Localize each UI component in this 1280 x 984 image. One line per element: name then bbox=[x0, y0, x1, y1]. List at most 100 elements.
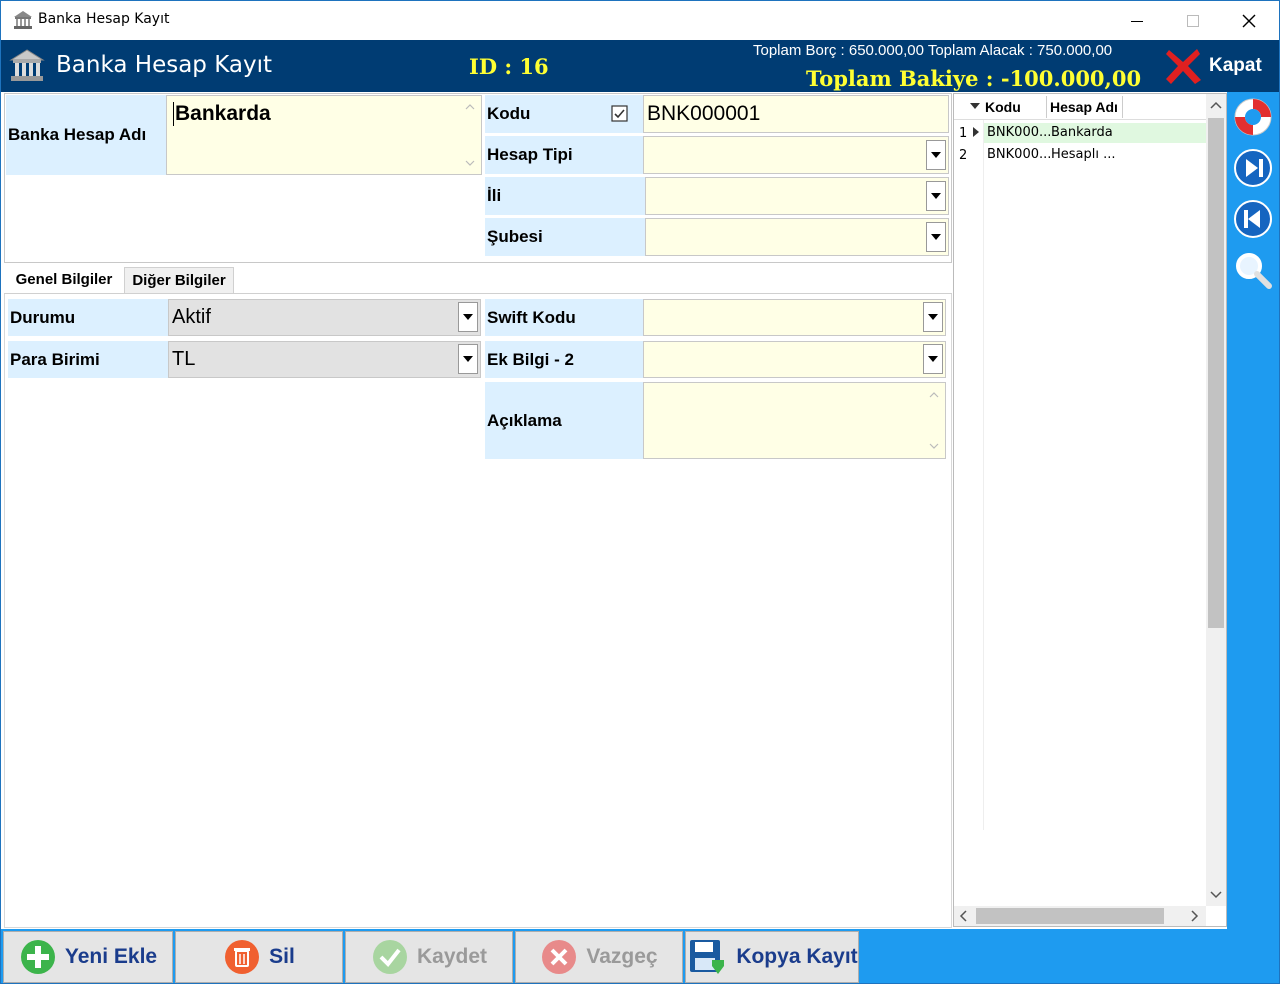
swift-kodu-label: Swift Kodu bbox=[485, 299, 643, 336]
hesap-tipi-select[interactable] bbox=[643, 136, 949, 174]
column-divider bbox=[1046, 96, 1047, 118]
kaydet-button[interactable]: Kaydet bbox=[345, 931, 513, 983]
close-icon bbox=[1242, 14, 1256, 27]
para-birimi-select[interactable]: TL bbox=[168, 341, 481, 378]
hesap-tipi-dropdown-button[interactable] bbox=[926, 140, 946, 170]
side-toolbar bbox=[1227, 92, 1279, 930]
header-band: Banka Hesap Kayıt ID : 16 Toplam Borç : … bbox=[1, 40, 1279, 92]
subesi-label: Şubesi bbox=[485, 218, 645, 256]
kapat-button[interactable]: Kapat bbox=[1163, 45, 1273, 87]
scroll-arrows-icon bbox=[929, 392, 939, 449]
kodu-input[interactable]: BNK000001 bbox=[643, 95, 949, 133]
tab-genel-bilgiler[interactable]: Genel Bilgiler bbox=[6, 265, 122, 293]
maximize-icon bbox=[1187, 14, 1199, 27]
app-window: Banka Hesap Kayıt Banka Hesap Kayıt ID :… bbox=[0, 0, 1280, 984]
chevron-down-icon bbox=[463, 356, 473, 362]
red-x-icon bbox=[1166, 49, 1201, 84]
yeni-ekle-label: Yeni Ekle bbox=[64, 945, 158, 968]
minimize-icon bbox=[1131, 20, 1143, 22]
chevron-down-icon bbox=[928, 314, 938, 320]
hesap-tipi-label: Hesap Tipi bbox=[485, 136, 643, 174]
minimize-button[interactable] bbox=[1109, 1, 1165, 40]
banka-hesap-adi-input[interactable]: Bankarda bbox=[166, 95, 482, 175]
banka-hesap-adi-label: Banka Hesap Adı bbox=[6, 95, 166, 175]
sil-label: Sil bbox=[269, 945, 295, 968]
vazgec-label: Vazgeç bbox=[586, 945, 658, 968]
skip-previous-icon[interactable] bbox=[1232, 198, 1274, 240]
ili-label: İli bbox=[485, 177, 645, 215]
chevron-down-icon bbox=[931, 193, 941, 199]
chevron-down-icon bbox=[928, 356, 938, 362]
close-window-button[interactable] bbox=[1221, 1, 1277, 40]
chevron-down-icon bbox=[931, 152, 941, 158]
bank-icon bbox=[9, 49, 45, 81]
grid-column-kodu[interactable]: Kodu bbox=[985, 99, 1021, 115]
subesi-select[interactable] bbox=[645, 218, 949, 256]
aciklama-scrollbar[interactable] bbox=[925, 384, 943, 457]
kopya-kayit-button[interactable]: Kopya Kayıt bbox=[685, 931, 859, 983]
column-divider bbox=[1122, 96, 1123, 118]
totals-text: Toplam Borç : 650.000,00 Toplam Alacak :… bbox=[753, 42, 1113, 59]
sort-down-icon[interactable] bbox=[970, 103, 980, 109]
grid-column-hesap-adi[interactable]: Hesap Adı bbox=[1050, 99, 1118, 115]
title-bar: Banka Hesap Kayıt bbox=[1, 1, 1279, 40]
kopya-kayit-label: Kopya Kayıt bbox=[736, 945, 858, 968]
maximize-button[interactable] bbox=[1165, 1, 1221, 40]
balance-text: Toplam Bakiye : -100.000,00 bbox=[806, 66, 1142, 91]
row-number: 2 bbox=[959, 148, 968, 163]
grid-vertical-thumb[interactable] bbox=[1208, 118, 1224, 628]
kapat-label: Kapat bbox=[1209, 55, 1262, 76]
current-row-icon bbox=[973, 127, 979, 137]
scroll-right-icon[interactable] bbox=[1190, 909, 1200, 923]
cell-kodu: BNK000... bbox=[987, 147, 1052, 162]
skip-next-icon[interactable] bbox=[1232, 147, 1274, 189]
bank-icon bbox=[14, 11, 32, 29]
kodu-checkbox[interactable] bbox=[611, 105, 629, 123]
swift-kodu-dropdown-button[interactable] bbox=[923, 302, 943, 332]
kodu-label-text: Kodu bbox=[487, 104, 531, 123]
lifebuoy-icon[interactable] bbox=[1232, 96, 1274, 138]
magnifier-icon[interactable] bbox=[1232, 249, 1274, 291]
ek-bilgi-dropdown-button[interactable] bbox=[923, 344, 943, 374]
window-title: Banka Hesap Kayıt bbox=[38, 11, 170, 27]
cell-hesap-adi: Bankarda bbox=[1051, 125, 1113, 140]
aciklama-label: Açıklama bbox=[485, 382, 643, 459]
sil-button[interactable]: Sil bbox=[175, 931, 343, 983]
yeni-ekle-button[interactable]: Yeni Ekle bbox=[3, 931, 173, 983]
durumu-select[interactable]: Aktif bbox=[168, 299, 481, 336]
aciklama-textarea[interactable] bbox=[643, 382, 946, 459]
scroll-down-icon[interactable] bbox=[1209, 890, 1223, 900]
textarea-scrollbar[interactable] bbox=[461, 97, 479, 173]
para-birimi-label: Para Birimi bbox=[8, 341, 168, 378]
banka-hesap-adi-value: Bankarda bbox=[173, 102, 271, 126]
chevron-down-icon bbox=[463, 314, 473, 320]
row-number: 1 bbox=[959, 126, 968, 141]
floppy-save-icon bbox=[690, 940, 725, 974]
ek-bilgi-label: Ek Bilgi - 2 bbox=[485, 341, 643, 378]
records-grid: Kodu Hesap Adı 1 BNK000... Bankarda 2 BN… bbox=[953, 93, 1227, 927]
cell-hesap-adi: Hesaplı ... bbox=[1051, 147, 1116, 162]
para-birimi-dropdown-button[interactable] bbox=[458, 344, 478, 374]
ek-bilgi-select[interactable] bbox=[643, 341, 946, 378]
durumu-dropdown-button[interactable] bbox=[458, 302, 478, 332]
scroll-left-icon[interactable] bbox=[958, 909, 968, 923]
row-header-divider bbox=[983, 120, 984, 830]
record-id: ID : 16 bbox=[469, 54, 549, 79]
cell-kodu: BNK000... bbox=[987, 125, 1052, 140]
kaydet-label: Kaydet bbox=[416, 945, 488, 968]
ili-dropdown-button[interactable] bbox=[926, 181, 946, 211]
plus-circle-icon bbox=[20, 940, 55, 974]
subesi-dropdown-button[interactable] bbox=[926, 222, 946, 252]
check-circle-icon bbox=[372, 940, 407, 974]
ili-select[interactable] bbox=[645, 177, 949, 215]
durumu-label: Durumu bbox=[8, 299, 168, 336]
grid-horizontal-thumb[interactable] bbox=[976, 908, 1164, 924]
trash-icon bbox=[225, 940, 260, 974]
tab-diger-bilgiler[interactable]: Diğer Bilgiler bbox=[124, 267, 234, 293]
vazgec-button[interactable]: Vazgeç bbox=[515, 931, 683, 983]
scroll-up-icon[interactable] bbox=[1209, 100, 1223, 110]
header-title: Banka Hesap Kayıt bbox=[56, 52, 272, 78]
x-circle-icon bbox=[542, 940, 577, 974]
swift-kodu-select[interactable] bbox=[643, 299, 946, 336]
chevron-down-icon bbox=[931, 234, 941, 240]
